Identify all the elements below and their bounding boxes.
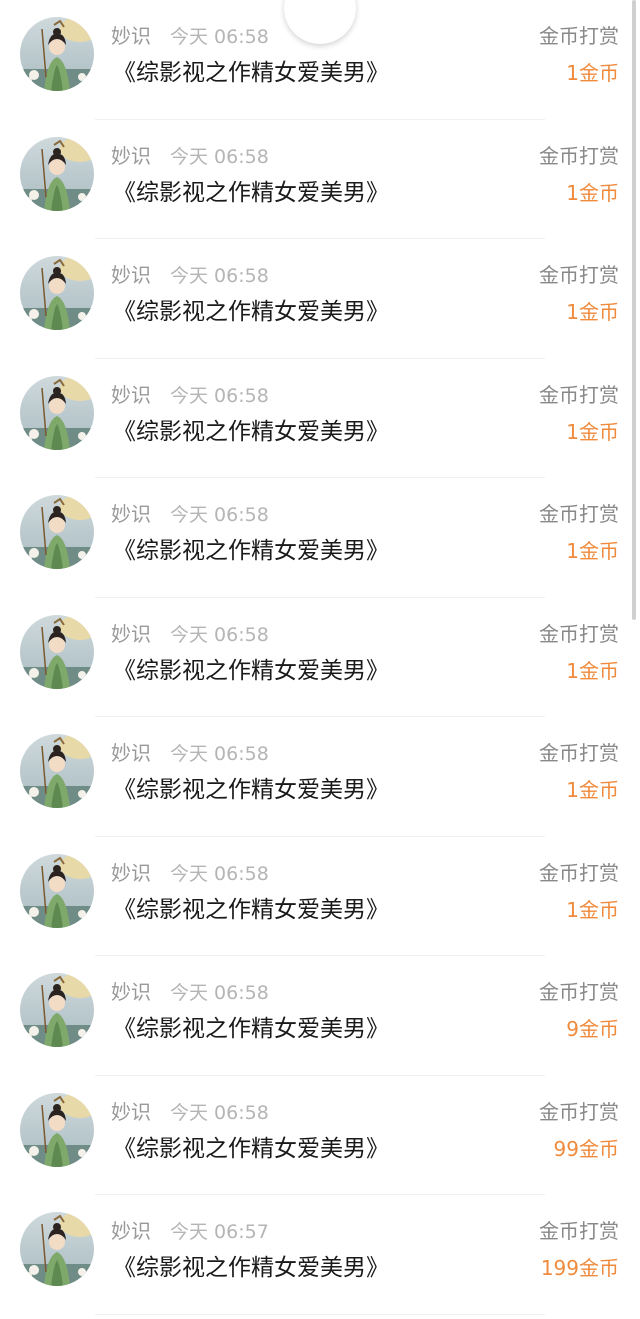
avatar[interactable] <box>20 495 94 569</box>
reward-amount: 1金币 <box>566 61 619 85</box>
reward-type: 金币打赏 <box>539 143 619 168</box>
reward-amount: 1金币 <box>566 300 619 324</box>
list-item[interactable]: 妙识 今天 06:58 《综影视之作精女爱美男》 金币打赏 99金币 <box>0 1076 640 1196</box>
book-title[interactable]: 《综影视之作精女爱美男》 <box>113 1252 389 1284</box>
user-name[interactable]: 妙识 <box>111 22 151 50</box>
reward-amount: 1金币 <box>566 658 619 683</box>
avatar[interactable] <box>20 136 94 211</box>
list-item[interactable]: 妙识 今天 06:58 《综影视之作精女爱美男》 金币打赏 9金币 <box>0 956 640 1076</box>
book-title[interactable]: 《综影视之作精女爱美男》 <box>113 535 389 567</box>
user-name[interactable]: 妙识 <box>111 978 151 1006</box>
list-item[interactable]: 妙识 今天 06:58 《综影视之作精女爱美男》 金币打赏 1金币 <box>0 359 640 479</box>
timestamp: 今天 06:58 <box>170 384 269 407</box>
user-name[interactable]: 妙识 <box>111 739 151 767</box>
reward-type: 金币打赏 <box>539 980 619 1004</box>
user-name[interactable]: 妙识 <box>111 620 151 648</box>
book-title[interactable]: 《综影视之作精女爱美男》 <box>113 177 389 209</box>
reward-records-screen: 妙识 今天 06:58 《综影视之作精女爱美男》 金币打赏 1金币 妙识 今天 … <box>0 0 640 1319</box>
avatar[interactable] <box>20 1092 94 1167</box>
timestamp: 今天 06:58 <box>170 862 269 885</box>
reward-amount: 99金币 <box>553 1136 619 1161</box>
user-name[interactable]: 妙识 <box>111 142 151 170</box>
book-title[interactable]: 《综影视之作精女爱美男》 <box>113 655 389 687</box>
book-title[interactable]: 《综影视之作精女爱美男》 <box>113 774 389 806</box>
list-item[interactable]: 妙识 今天 06:58 《综影视之作精女爱美男》 金币打赏 1金币 <box>0 837 640 957</box>
reward-type: 金币打赏 <box>539 860 619 885</box>
reward-type: 金币打赏 <box>539 263 619 287</box>
book-title[interactable]: 《综影视之作精女爱美男》 <box>113 57 389 89</box>
reward-amount: 1金币 <box>566 778 619 802</box>
reward-type: 金币打赏 <box>539 1219 619 1243</box>
timestamp: 今天 06:58 <box>170 504 269 526</box>
timestamp: 今天 06:58 <box>170 982 269 1004</box>
user-name[interactable]: 妙识 <box>111 381 151 409</box>
timestamp: 今天 06:58 <box>170 145 269 168</box>
list-item[interactable]: 妙识 今天 06:57 《综影视之作精女爱美男》 金币打赏 199金币 <box>0 1195 640 1315</box>
timestamp: 今天 06:58 <box>170 26 269 48</box>
book-title[interactable]: 《综影视之作精女爱美男》 <box>113 1013 389 1045</box>
timestamp: 今天 06:58 <box>170 1101 269 1124</box>
user-name[interactable]: 妙识 <box>111 859 151 887</box>
book-title[interactable]: 《综影视之作精女爱美男》 <box>113 416 389 448</box>
scrollbar[interactable] <box>632 0 636 620</box>
avatar[interactable] <box>20 1212 94 1286</box>
reward-type: 金币打赏 <box>539 382 619 407</box>
reward-type: 金币打赏 <box>539 502 619 526</box>
book-title[interactable]: 《综影视之作精女爱美男》 <box>113 1133 389 1165</box>
timestamp: 今天 06:57 <box>170 1221 269 1243</box>
reward-list: 妙识 今天 06:58 《综影视之作精女爱美男》 金币打赏 1金币 妙识 今天 … <box>0 0 640 1315</box>
user-name[interactable]: 妙识 <box>111 1217 151 1245</box>
timestamp: 今天 06:58 <box>170 265 269 287</box>
reward-amount: 1金币 <box>566 897 619 922</box>
reward-amount: 199金币 <box>540 1256 619 1280</box>
reward-amount: 1金币 <box>566 419 619 444</box>
user-name[interactable]: 妙识 <box>111 261 151 289</box>
timestamp: 今天 06:58 <box>170 623 269 646</box>
avatar[interactable] <box>20 734 94 808</box>
user-name[interactable]: 妙识 <box>111 500 151 528</box>
avatar[interactable] <box>20 256 94 330</box>
avatar[interactable] <box>20 375 94 450</box>
reward-type: 金币打赏 <box>539 621 619 646</box>
avatar[interactable] <box>20 973 94 1047</box>
avatar[interactable] <box>20 17 94 91</box>
reward-amount: 1金币 <box>566 180 619 205</box>
avatar[interactable] <box>20 614 94 689</box>
reward-amount: 1金币 <box>566 539 619 563</box>
book-title[interactable]: 《综影视之作精女爱美男》 <box>113 894 389 926</box>
timestamp: 今天 06:58 <box>170 743 269 765</box>
reward-type: 金币打赏 <box>539 1099 619 1124</box>
reward-type: 金币打赏 <box>539 24 619 48</box>
list-item[interactable]: 妙识 今天 06:58 《综影视之作精女爱美男》 金币打赏 1金币 <box>0 120 640 240</box>
user-name[interactable]: 妙识 <box>111 1098 151 1126</box>
avatar[interactable] <box>20 853 94 928</box>
list-item[interactable]: 妙识 今天 06:58 《综影视之作精女爱美男》 金币打赏 1金币 <box>0 717 640 837</box>
book-title[interactable]: 《综影视之作精女爱美男》 <box>113 296 389 328</box>
reward-type: 金币打赏 <box>539 741 619 765</box>
reward-amount: 9金币 <box>566 1017 619 1041</box>
list-item[interactable]: 妙识 今天 06:58 《综影视之作精女爱美男》 金币打赏 1金币 <box>0 239 640 359</box>
list-item[interactable]: 妙识 今天 06:58 《综影视之作精女爱美男》 金币打赏 1金币 <box>0 478 640 598</box>
list-item[interactable]: 妙识 今天 06:58 《综影视之作精女爱美男》 金币打赏 1金币 <box>0 598 640 718</box>
